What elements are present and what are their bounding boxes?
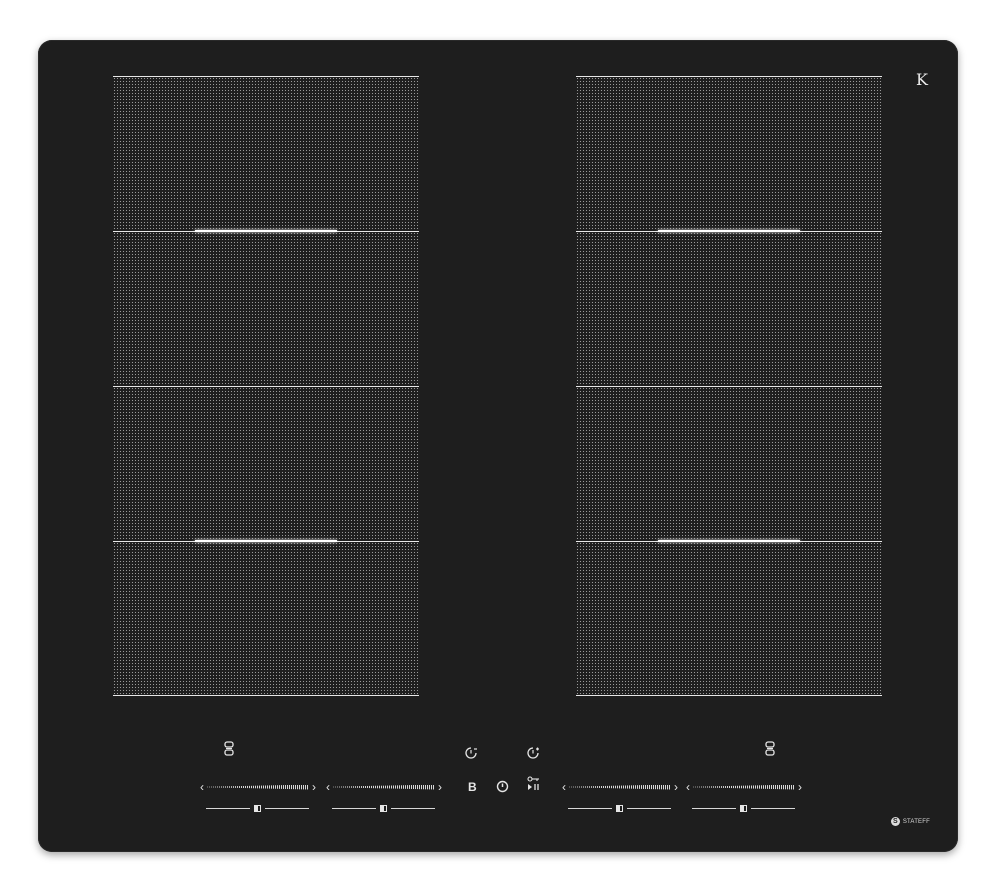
level-square-icon xyxy=(740,804,747,812)
chevron-right-icon: › xyxy=(438,780,442,794)
cooking-zone-right-1 xyxy=(576,76,882,231)
cooking-zone-right-2 xyxy=(576,230,882,386)
timer-minus-icon[interactable] xyxy=(464,746,478,765)
cooking-zone-left-4 xyxy=(113,540,419,696)
chevron-right-icon: › xyxy=(798,780,802,794)
power-slider-4[interactable]: ‹ › xyxy=(686,780,802,794)
cooking-zone-right-4 xyxy=(576,540,882,696)
power-icon[interactable] xyxy=(496,780,509,798)
left-flex-zone xyxy=(113,76,419,696)
manufacturer-logo: S STATEFF xyxy=(890,817,930,826)
power-slider-2[interactable]: ‹ › xyxy=(326,780,442,794)
slider-track[interactable] xyxy=(333,784,435,790)
chevron-left-icon: ‹ xyxy=(200,780,204,794)
cooking-zone-left-3 xyxy=(113,386,419,541)
zone-divider-highlight xyxy=(658,230,800,232)
cooking-zone-left-2 xyxy=(113,230,419,386)
zone-divider-highlight xyxy=(195,540,337,542)
level-square-icon xyxy=(254,804,261,812)
level-square-icon xyxy=(380,804,387,812)
power-slider-1[interactable]: ‹ › xyxy=(200,780,316,794)
zone-level-indicator-1 xyxy=(206,803,309,813)
slider-track[interactable] xyxy=(693,784,795,790)
chevron-left-icon: ‹ xyxy=(562,780,566,794)
bridge-icon[interactable] xyxy=(763,741,777,762)
chevron-right-icon: › xyxy=(312,780,316,794)
chevron-left-icon: ‹ xyxy=(686,780,690,794)
logo-name: STATEFF xyxy=(902,818,930,825)
slider-track[interactable] xyxy=(569,784,671,790)
level-square-icon xyxy=(616,804,623,812)
cooking-zone-left-1 xyxy=(113,76,419,231)
chevron-right-icon: › xyxy=(674,780,678,794)
zone-divider-highlight xyxy=(658,540,800,542)
timer-plus-icon[interactable] xyxy=(526,746,540,765)
cooking-zone-right-3 xyxy=(576,386,882,541)
right-flex-zone xyxy=(576,76,882,696)
chevron-left-icon: ‹ xyxy=(326,780,330,794)
power-slider-3[interactable]: ‹ › xyxy=(562,780,678,794)
zone-divider-highlight xyxy=(195,230,337,232)
boost-button[interactable]: B xyxy=(468,780,477,794)
logo-badge: S xyxy=(890,817,900,826)
induction-cooktop: K ‹ › ‹ › ‹ › ‹ › B S STATEFF xyxy=(38,40,958,852)
bridge-icon[interactable] xyxy=(222,741,236,762)
pause-lock-icon[interactable] xyxy=(527,776,541,799)
zone-level-indicator-2 xyxy=(332,803,435,813)
brand-mark: K xyxy=(916,70,928,89)
zone-level-indicator-3 xyxy=(568,803,671,813)
slider-track[interactable] xyxy=(207,784,309,790)
zone-level-indicator-4 xyxy=(692,803,795,813)
